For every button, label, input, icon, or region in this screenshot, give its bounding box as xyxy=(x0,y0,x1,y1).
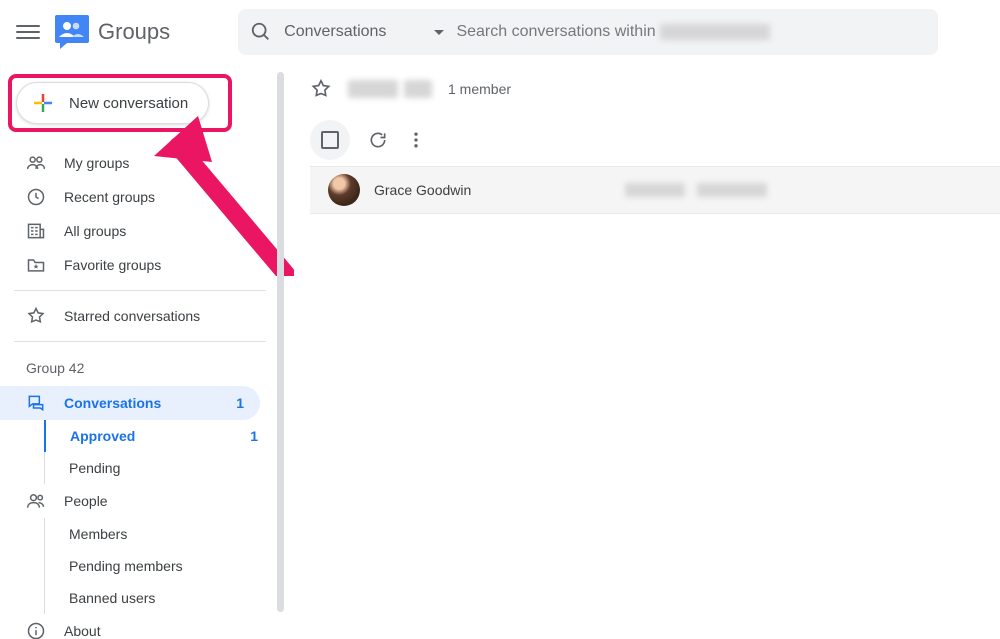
sidebar-sub-banned[interactable]: Banned users xyxy=(0,582,280,614)
scrollbar[interactable] xyxy=(277,72,284,612)
avatar xyxy=(328,174,360,206)
conversation-row[interactable]: Grace Goodwin xyxy=(310,166,1000,214)
menu-icon[interactable] xyxy=(16,20,40,44)
info-icon xyxy=(26,621,46,639)
approved-count: 1 xyxy=(250,428,258,444)
clock-icon xyxy=(26,187,46,207)
search-placeholder: Search conversations within xyxy=(456,23,769,41)
star-outline-icon[interactable] xyxy=(310,78,332,100)
sidebar-item-label: Members xyxy=(69,526,127,542)
sidebar-item-recent-groups[interactable]: Recent groups xyxy=(0,180,260,214)
new-conversation-label: New conversation xyxy=(69,95,188,112)
row-subject-redacted xyxy=(625,183,767,197)
sidebar-item-favorite-groups[interactable]: Favorite groups xyxy=(0,248,260,282)
search-scope-label: Conversations xyxy=(284,23,386,41)
search-scope-dropdown[interactable]: Conversations xyxy=(284,23,444,41)
building-icon xyxy=(26,221,46,241)
more-vert-icon[interactable] xyxy=(406,130,426,150)
sidebar-item-people[interactable]: People xyxy=(0,484,260,518)
conversations-icon xyxy=(26,393,46,413)
sidebar-sub-pending[interactable]: Pending xyxy=(0,452,280,484)
groups-logo-icon xyxy=(54,14,90,50)
sidebar-item-label: All groups xyxy=(64,223,126,239)
group-name xyxy=(348,80,432,98)
sidebar-item-label: Pending members xyxy=(69,558,183,574)
search-icon xyxy=(250,21,272,43)
row-author: Grace Goodwin xyxy=(374,182,471,198)
sidebar-item-label: My groups xyxy=(64,155,129,171)
search-bar[interactable]: Conversations Search conversations withi… xyxy=(238,9,938,55)
refresh-icon[interactable] xyxy=(368,130,388,150)
people-icon xyxy=(26,153,46,173)
sidebar-item-all-groups[interactable]: All groups xyxy=(0,214,260,248)
sidebar-item-label: Approved xyxy=(70,428,135,444)
sidebar-item-label: People xyxy=(64,493,108,509)
main-content: 1 member Grace Goodwin xyxy=(280,64,1000,639)
select-all-checkbox[interactable] xyxy=(310,120,350,160)
sidebar-item-label: Starred conversations xyxy=(64,308,200,324)
plus-icon xyxy=(31,91,55,115)
sidebar-item-label: Banned users xyxy=(69,590,155,606)
people-icon xyxy=(26,491,46,511)
sidebar-item-my-groups[interactable]: My groups xyxy=(0,146,260,180)
star-icon xyxy=(26,306,46,326)
new-conversation-button[interactable]: New conversation xyxy=(16,82,209,124)
sidebar-item-starred[interactable]: Starred conversations xyxy=(0,299,260,333)
sidebar-item-label: Conversations xyxy=(64,395,161,411)
annotation-highlight: New conversation xyxy=(8,74,232,132)
sidebar-item-label: About xyxy=(64,623,101,639)
sidebar: New conversation My groups Recent groups… xyxy=(0,64,280,639)
sidebar-sub-members[interactable]: Members xyxy=(0,518,280,550)
app-name: Groups xyxy=(98,19,170,45)
sidebar-item-about[interactable]: About xyxy=(0,614,260,639)
chevron-down-icon xyxy=(434,30,444,35)
sidebar-sub-approved[interactable]: Approved 1 xyxy=(0,420,280,452)
sidebar-item-label: Pending xyxy=(69,460,120,476)
sidebar-sub-pending-members[interactable]: Pending members xyxy=(0,550,280,582)
app-logo[interactable]: Groups xyxy=(54,14,170,50)
member-count: 1 member xyxy=(448,81,511,97)
divider xyxy=(14,341,266,342)
sidebar-item-label: Favorite groups xyxy=(64,257,161,273)
list-toolbar xyxy=(310,114,1000,166)
sidebar-item-conversations[interactable]: Conversations 1 xyxy=(0,386,260,420)
sidebar-item-label: Recent groups xyxy=(64,189,155,205)
sidebar-group-heading: Group 42 xyxy=(0,350,280,386)
app-header: Groups Conversations Search conversation… xyxy=(0,0,1000,64)
folder-star-icon xyxy=(26,255,46,275)
conversations-count: 1 xyxy=(236,395,244,411)
divider xyxy=(14,290,266,291)
group-header: 1 member xyxy=(310,64,1000,114)
